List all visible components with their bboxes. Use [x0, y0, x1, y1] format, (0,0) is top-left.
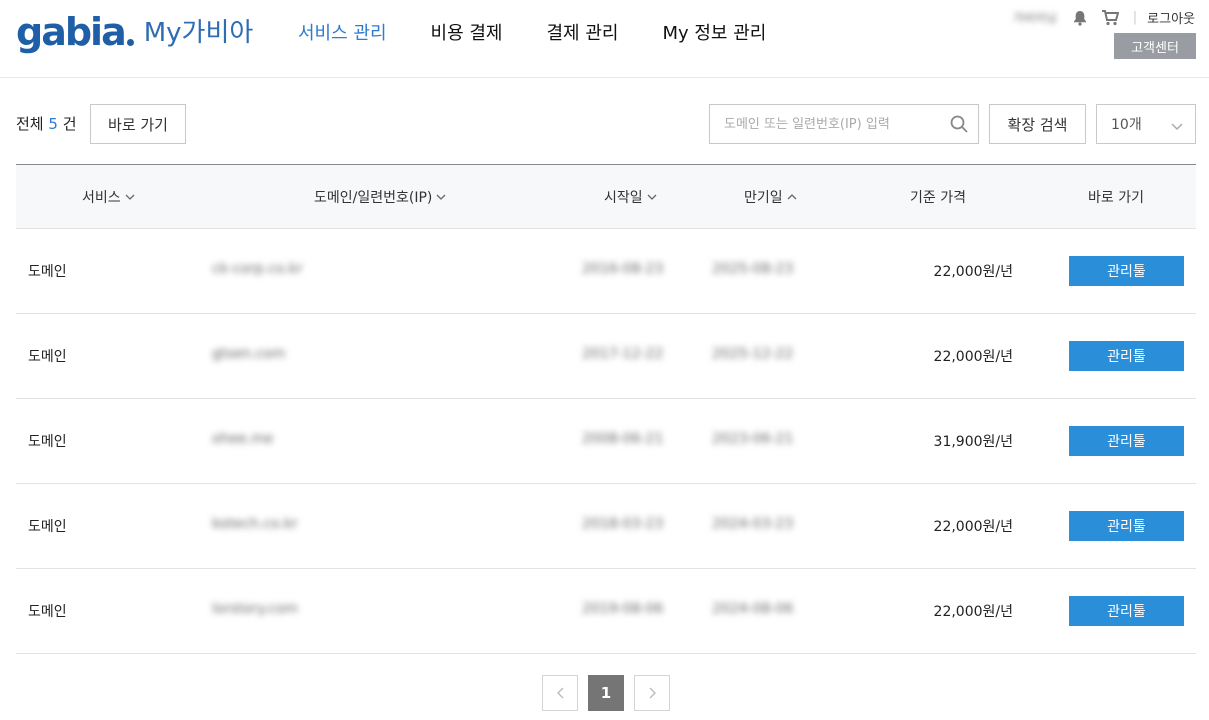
page-size-value: 10개 — [1111, 117, 1142, 133]
header: gabia My가비아 서비스 관리 비용 결제 결제 관리 My 정보 관리 … — [0, 0, 1209, 78]
table-header: 서비스 도메인/일련번호(IP) 시작일 만기일 기준 가격 바로 가기 — [16, 164, 1196, 229]
nav-billing-management[interactable]: 결제 관리 — [547, 22, 619, 46]
row-end-date: 2024-03-23 — [712, 516, 794, 532]
col-service[interactable]: 서비스 — [82, 187, 135, 207]
search-box — [709, 104, 979, 144]
row-domain: lorstory.com — [212, 601, 298, 617]
prev-page-button[interactable] — [542, 675, 578, 711]
row-end-date: 2025-08-23 — [712, 261, 794, 277]
table-row: 도메인 gtsen.com 2017-12-22 2025-12-22 22,0… — [16, 314, 1196, 399]
col-domain[interactable]: 도메인/일련번호(IP) — [314, 187, 446, 207]
row-price: 22,000원/년 — [933, 604, 1013, 620]
total-suffix: 건 — [62, 115, 77, 133]
row-start-date: 2018-03-23 — [582, 516, 664, 532]
total-number: 5 — [48, 115, 58, 133]
row-start-date: 2017-12-22 — [582, 346, 664, 362]
search-icon[interactable] — [950, 115, 968, 137]
table-row: 도메인 kotech.co.kr 2018-03-23 2024-03-23 2… — [16, 484, 1196, 569]
col-shortcut: 바로 가기 — [1088, 187, 1144, 207]
row-service: 도메인 — [28, 349, 67, 365]
col-service-label: 서비스 — [82, 190, 121, 206]
manage-tool-button[interactable]: 관리툴 — [1069, 511, 1184, 541]
row-domain: ck-corp.co.kr — [212, 261, 303, 277]
nav-my-info[interactable]: My 정보 관리 — [662, 22, 766, 46]
main-nav: 서비스 관리 비용 결제 결제 관리 My 정보 관리 — [298, 22, 810, 46]
manage-tool-button[interactable]: 관리툴 — [1069, 596, 1184, 626]
col-price-label: 기준 가격 — [910, 190, 966, 206]
utility-bar: 가비아님 | 로그아웃 — [1013, 8, 1195, 27]
search-input[interactable] — [710, 105, 930, 143]
total-count: 전체 5 건 — [16, 113, 77, 134]
nav-payment[interactable]: 비용 결제 — [431, 22, 503, 46]
logo-word: gabia — [16, 10, 127, 54]
next-page-button[interactable] — [634, 675, 670, 711]
row-price: 22,000원/년 — [933, 349, 1013, 365]
manage-tool-button[interactable]: 관리툴 — [1069, 341, 1184, 371]
col-price: 기준 가격 — [910, 187, 966, 207]
user-name: 가비아님 — [1012, 11, 1057, 25]
row-end-date: 2024-08-06 — [712, 601, 794, 617]
col-start-date-label: 시작일 — [604, 190, 643, 206]
cart-icon[interactable] — [1101, 9, 1119, 26]
row-price: 31,900원/년 — [933, 434, 1013, 450]
row-price: 22,000원/년 — [933, 519, 1013, 535]
row-domain: gtsen.com — [212, 346, 286, 362]
bell-icon[interactable] — [1073, 10, 1087, 26]
table-row: 도메인 ohee.me 2008-06-21 2023-06-21 31,900… — [16, 399, 1196, 484]
row-domain: kotech.co.kr — [212, 516, 298, 532]
advanced-search-button[interactable]: 확장 검색 — [989, 104, 1086, 144]
customer-center-button[interactable]: 고객센터 — [1114, 33, 1196, 59]
col-end-date[interactable]: 만기일 — [744, 187, 797, 207]
row-service: 도메인 — [28, 434, 67, 450]
chevron-right-icon — [649, 687, 656, 699]
row-end-date: 2025-12-22 — [712, 346, 794, 362]
nav-service-management[interactable]: 서비스 관리 — [298, 22, 387, 46]
page-size-select[interactable]: 10개 — [1096, 104, 1196, 144]
logo-dot — [126, 39, 134, 46]
row-end-date: 2023-06-21 — [712, 431, 794, 447]
gabia-logo[interactable]: gabia My가비아 — [16, 12, 253, 52]
chevron-down-icon — [125, 194, 135, 200]
util-divider: | — [1132, 10, 1138, 25]
col-domain-label: 도메인/일련번호(IP) — [314, 190, 433, 206]
table-row: 도메인 lorstory.com 2019-08-06 2024-08-06 2… — [16, 569, 1196, 654]
col-shortcut-label: 바로 가기 — [1088, 190, 1144, 206]
row-domain: ohee.me — [212, 431, 274, 447]
row-start-date: 2008-06-21 — [582, 431, 664, 447]
chevron-down-icon — [647, 194, 657, 200]
chevron-down-icon — [1171, 119, 1183, 135]
table-row: 도메인 ck-corp.co.kr 2016-08-23 2025-08-23 … — [16, 229, 1196, 314]
manage-tool-button[interactable]: 관리툴 — [1069, 256, 1184, 286]
row-start-date: 2016-08-23 — [582, 261, 664, 277]
page-button-current[interactable]: 1 — [588, 675, 624, 711]
col-end-date-label: 만기일 — [744, 190, 783, 206]
chevron-up-icon — [787, 194, 797, 200]
row-service: 도메인 — [28, 264, 67, 280]
row-price: 22,000원/년 — [933, 264, 1013, 280]
row-service: 도메인 — [28, 519, 67, 535]
row-service: 도메인 — [28, 604, 67, 620]
manage-tool-button[interactable]: 관리툴 — [1069, 426, 1184, 456]
go-button[interactable]: 바로 가기 — [90, 104, 186, 144]
total-prefix: 전체 — [16, 115, 44, 133]
chevron-left-icon — [556, 687, 563, 699]
col-start-date[interactable]: 시작일 — [604, 187, 657, 207]
chevron-down-icon — [436, 194, 446, 200]
logo-subtitle: My가비아 — [143, 18, 254, 48]
row-start-date: 2019-08-06 — [582, 601, 664, 617]
logout-link[interactable]: 로그아웃 — [1147, 8, 1195, 27]
